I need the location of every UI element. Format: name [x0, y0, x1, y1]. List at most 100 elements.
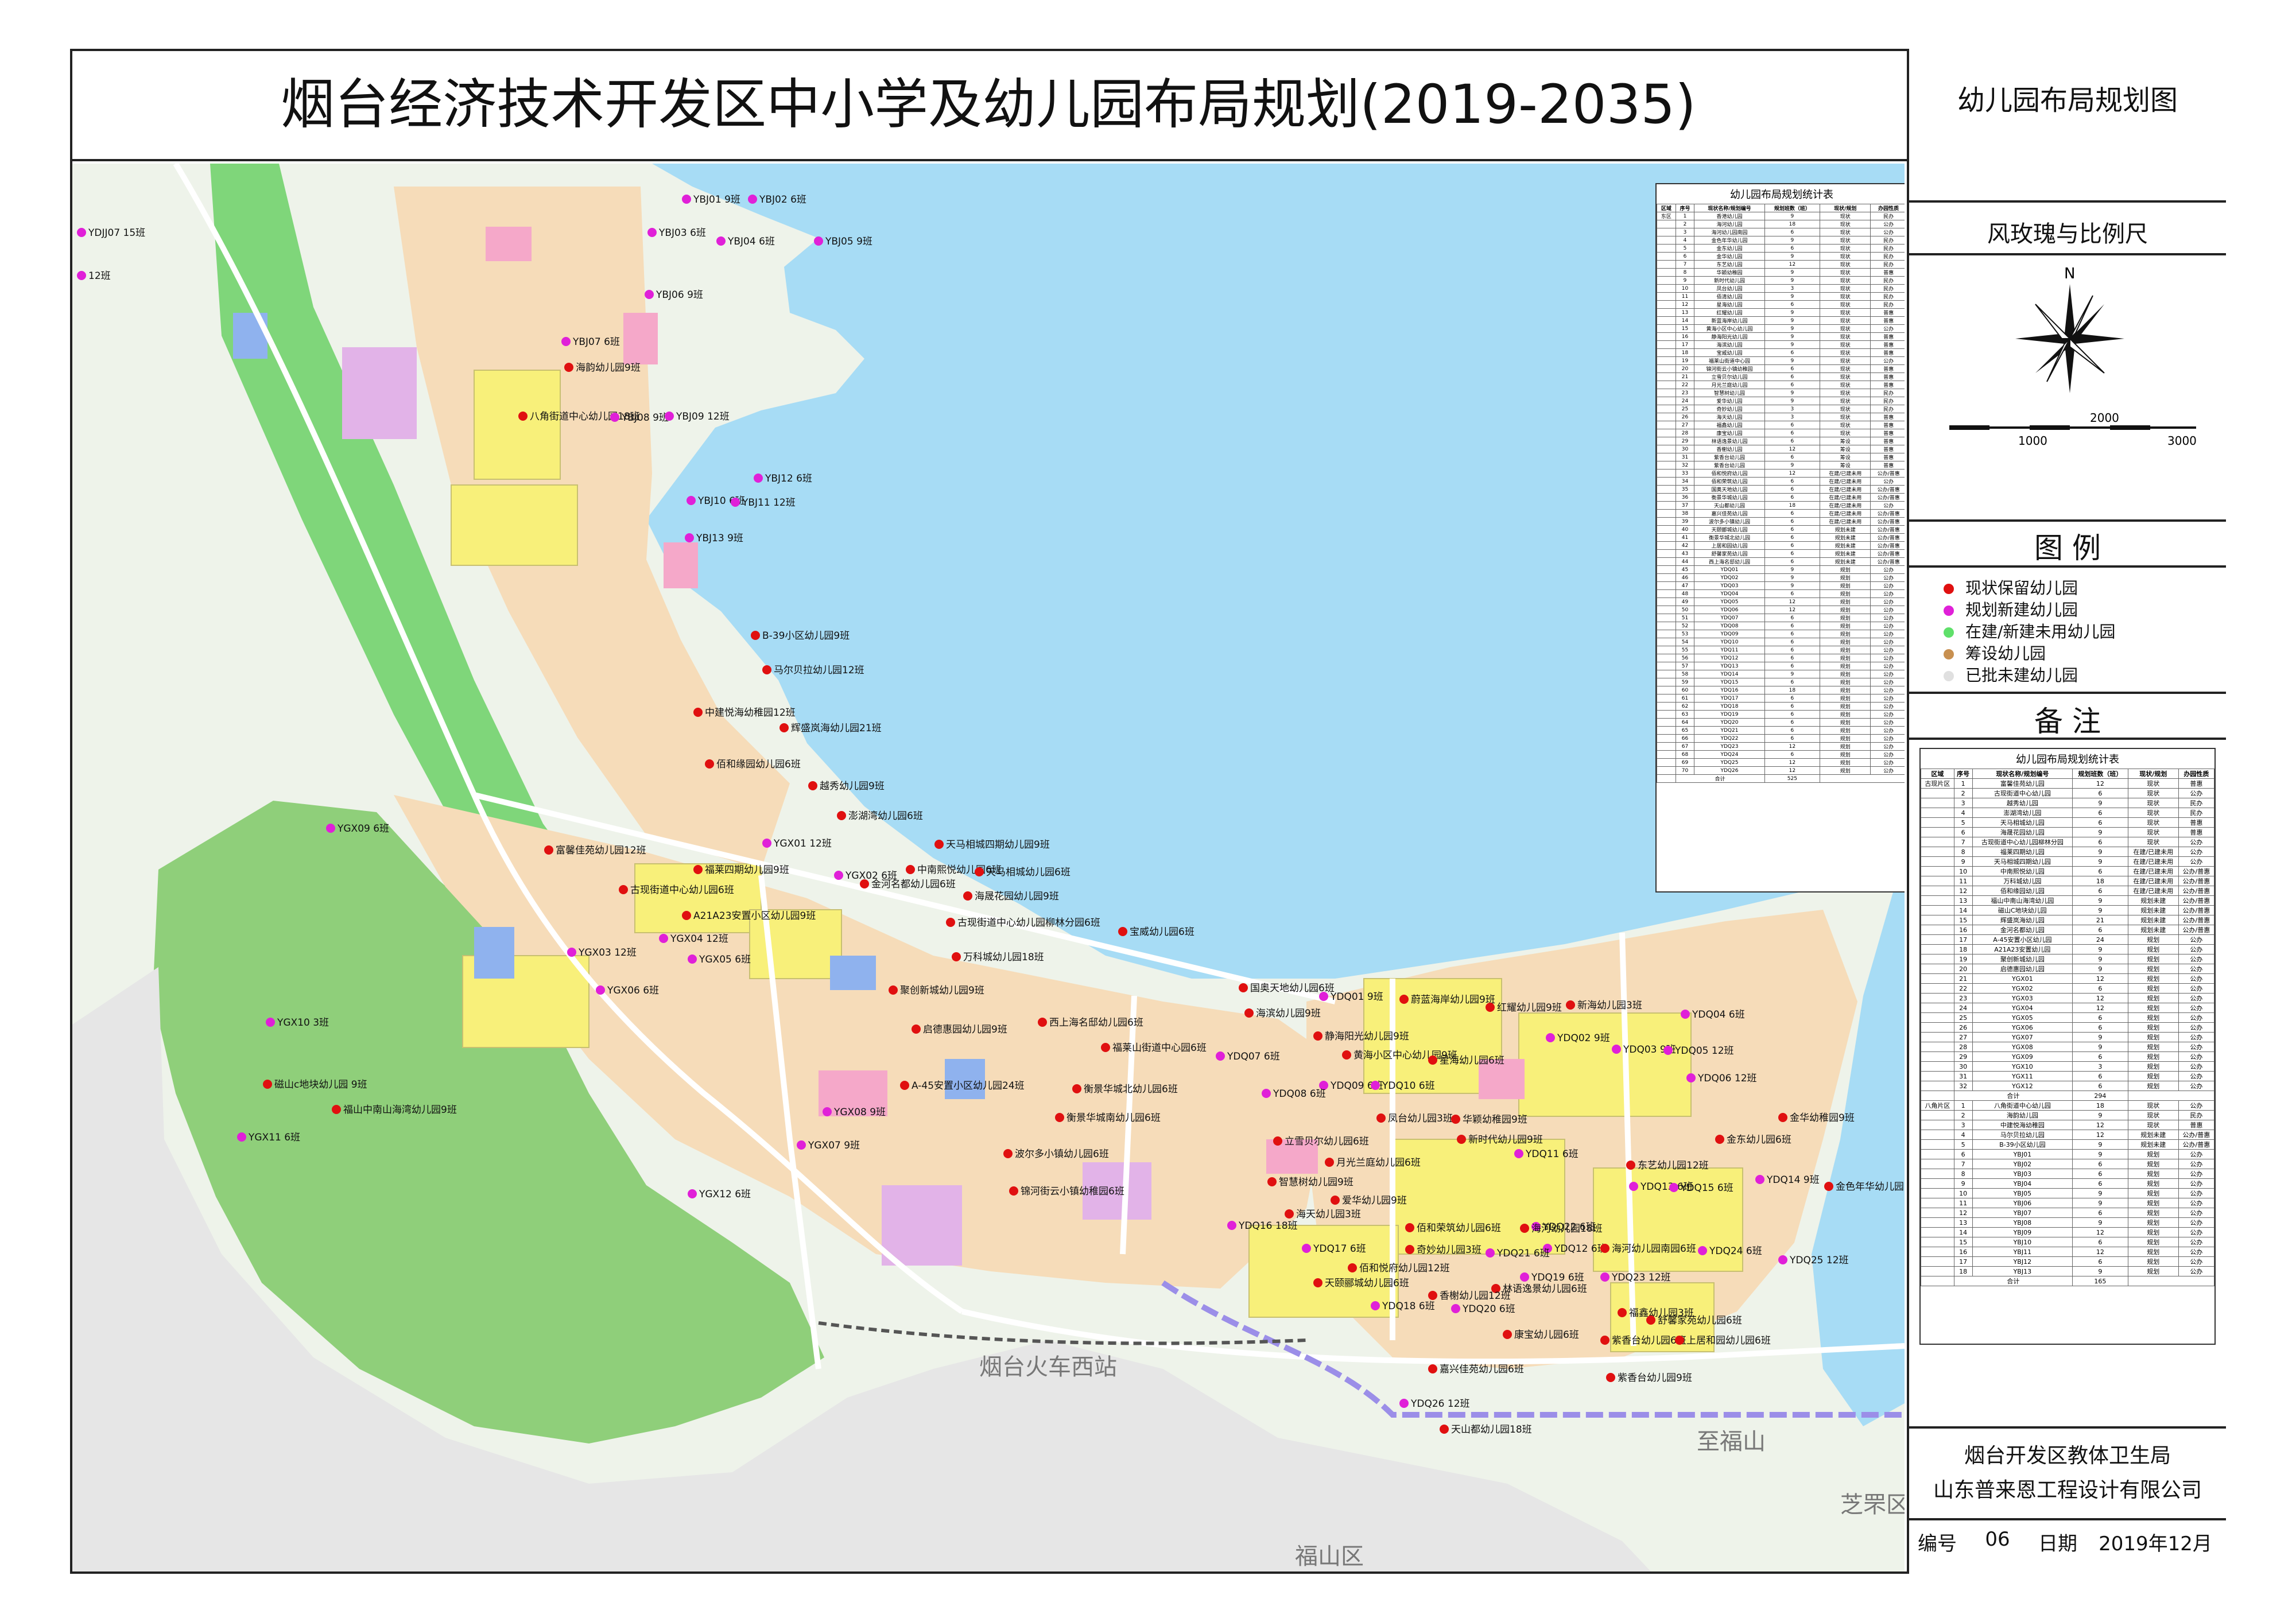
kindergarten-marker-icon[interactable] [564, 363, 573, 372]
map-canvas[interactable]: YBJ01 9班 YBJ02 6班 YBJ03 6班 YBJ04 6班 YBJ05 9班… [72, 164, 1905, 1571]
kindergarten-marker-icon[interactable] [837, 811, 846, 820]
kindergarten-marker-icon[interactable] [1600, 1272, 1609, 1282]
kindergarten-marker-icon[interactable] [693, 708, 703, 717]
kindergarten-marker-icon[interactable] [1755, 1175, 1764, 1184]
kindergarten-marker-icon[interactable] [1428, 1056, 1437, 1065]
kindergarten-marker-icon[interactable] [754, 474, 763, 483]
kindergarten-marker-icon[interactable] [1428, 1291, 1437, 1300]
kindergarten-marker-icon[interactable] [1503, 1330, 1512, 1339]
kindergarten-marker-icon[interactable] [1313, 1031, 1322, 1041]
kindergarten-marker-icon[interactable] [1072, 1084, 1081, 1093]
kindergarten-marker-icon[interactable] [1698, 1246, 1707, 1255]
kindergarten-marker-icon[interactable] [1600, 1244, 1609, 1253]
kindergarten-marker-icon[interactable] [685, 533, 694, 542]
kindergarten-marker-icon[interactable] [693, 865, 703, 874]
kindergarten-marker-icon[interactable] [1399, 995, 1409, 1004]
kindergarten-marker-icon[interactable] [1273, 1136, 1282, 1146]
kindergarten-marker-icon[interactable] [906, 865, 915, 874]
kindergarten-marker-icon[interactable] [748, 195, 757, 204]
kindergarten-marker-icon[interactable] [688, 954, 697, 964]
kindergarten-marker-icon[interactable] [963, 891, 972, 901]
kindergarten-marker-icon[interactable] [1612, 1045, 1621, 1054]
kindergarten-marker-icon[interactable] [1486, 1003, 1495, 1012]
kindergarten-marker-icon[interactable] [797, 1140, 806, 1150]
kindergarten-marker-icon[interactable] [900, 1081, 909, 1090]
kindergarten-marker-icon[interactable] [1227, 1221, 1236, 1230]
kindergarten-marker-icon[interactable] [647, 228, 657, 237]
kindergarten-marker-icon[interactable] [1778, 1255, 1787, 1264]
kindergarten-marker-icon[interactable] [1824, 1182, 1833, 1191]
kindergarten-marker-icon[interactable] [1428, 1364, 1437, 1373]
kindergarten-marker-icon[interactable] [1457, 1135, 1466, 1144]
kindergarten-marker-icon[interactable] [1376, 1113, 1386, 1123]
kindergarten-marker-icon[interactable] [1399, 1399, 1409, 1408]
kindergarten-marker-icon[interactable] [1675, 1336, 1684, 1345]
kindergarten-marker-icon[interactable] [1342, 1050, 1351, 1060]
kindergarten-marker-icon[interactable] [1285, 1209, 1294, 1219]
kindergarten-marker-icon[interactable] [808, 781, 817, 790]
kindergarten-marker-icon[interactable] [1451, 1115, 1460, 1124]
kindergarten-marker-icon[interactable] [1440, 1425, 1449, 1434]
kindergarten-marker-icon[interactable] [1371, 1301, 1380, 1310]
kindergarten-marker-icon[interactable] [1778, 1113, 1787, 1122]
kindergarten-marker-icon[interactable] [544, 845, 553, 855]
kindergarten-marker-icon[interactable] [1663, 1046, 1673, 1055]
kindergarten-marker-icon[interactable] [518, 412, 528, 421]
kindergarten-marker-icon[interactable] [1302, 1244, 1311, 1253]
kindergarten-marker-icon[interactable] [934, 840, 944, 849]
kindergarten-marker-icon[interactable] [1629, 1182, 1638, 1191]
kindergarten-marker-icon[interactable] [1546, 1033, 1555, 1042]
kindergarten-marker-icon[interactable] [596, 985, 605, 995]
kindergarten-marker-icon[interactable] [665, 412, 674, 421]
kindergarten-marker-icon[interactable] [1267, 1177, 1277, 1186]
kindergarten-marker-icon[interactable] [1003, 1149, 1013, 1158]
kindergarten-marker-icon[interactable] [1325, 1158, 1334, 1167]
kindergarten-marker-icon[interactable] [1686, 1073, 1696, 1082]
kindergarten-marker-icon[interactable] [762, 839, 771, 848]
kindergarten-marker-icon[interactable] [561, 337, 571, 346]
kindergarten-marker-icon[interactable] [1618, 1308, 1627, 1317]
kindergarten-marker-icon[interactable] [860, 879, 869, 888]
kindergarten-marker-icon[interactable] [1009, 1186, 1018, 1196]
kindergarten-marker-icon[interactable] [682, 195, 691, 204]
kindergarten-marker-icon[interactable] [1216, 1051, 1225, 1061]
kindergarten-marker-icon[interactable] [567, 948, 576, 957]
kindergarten-marker-icon[interactable] [1038, 1018, 1047, 1027]
kindergarten-marker-icon[interactable] [1244, 1008, 1254, 1018]
kindergarten-marker-icon[interactable] [1600, 1336, 1609, 1345]
kindergarten-marker-icon[interactable] [751, 631, 760, 640]
kindergarten-marker-icon[interactable] [326, 824, 335, 833]
kindergarten-marker-icon[interactable] [1405, 1245, 1414, 1254]
kindergarten-marker-icon[interactable] [1101, 1043, 1110, 1052]
kindergarten-marker-icon[interactable] [1669, 1183, 1678, 1192]
kindergarten-marker-icon[interactable] [332, 1105, 341, 1114]
kindergarten-marker-icon[interactable] [1520, 1272, 1529, 1282]
kindergarten-marker-icon[interactable] [1715, 1135, 1724, 1144]
kindergarten-marker-icon[interactable] [77, 228, 86, 237]
kindergarten-marker-icon[interactable] [762, 665, 771, 674]
kindergarten-marker-icon[interactable] [682, 911, 691, 920]
kindergarten-marker-icon[interactable] [77, 271, 86, 280]
kindergarten-marker-icon[interactable] [1520, 1224, 1529, 1233]
kindergarten-marker-icon[interactable] [705, 759, 714, 769]
kindergarten-marker-icon[interactable] [1451, 1304, 1460, 1313]
kindergarten-marker-icon[interactable] [731, 498, 740, 507]
kindergarten-marker-icon[interactable] [687, 496, 696, 505]
kindergarten-marker-icon[interactable] [1262, 1089, 1271, 1098]
kindergarten-marker-icon[interactable] [659, 934, 668, 943]
kindergarten-marker-icon[interactable] [619, 885, 628, 894]
kindergarten-marker-icon[interactable] [1405, 1223, 1414, 1232]
kindergarten-marker-icon[interactable] [1486, 1248, 1495, 1258]
kindergarten-marker-icon[interactable] [645, 290, 654, 299]
kindergarten-marker-icon[interactable] [688, 1189, 697, 1198]
kindergarten-marker-icon[interactable] [1514, 1149, 1523, 1158]
kindergarten-marker-icon[interactable] [1118, 927, 1127, 936]
kindergarten-marker-icon[interactable] [716, 236, 726, 246]
kindergarten-marker-icon[interactable] [1646, 1316, 1655, 1325]
kindergarten-marker-icon[interactable] [823, 1107, 832, 1116]
kindergarten-marker-icon[interactable] [1606, 1373, 1615, 1382]
kindergarten-marker-icon[interactable] [610, 413, 619, 422]
kindergarten-marker-icon[interactable] [1331, 1196, 1340, 1205]
kindergarten-marker-icon[interactable] [263, 1080, 272, 1089]
kindergarten-marker-icon[interactable] [1055, 1113, 1064, 1122]
